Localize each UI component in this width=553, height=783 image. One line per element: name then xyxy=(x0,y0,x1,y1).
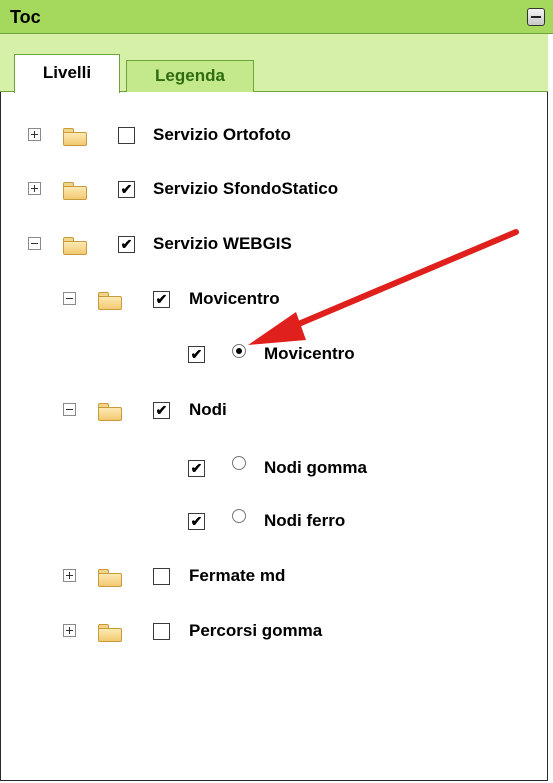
tree-item-movicentro-group: ✔ Movicentro xyxy=(0,287,548,315)
tree-item-label: Servizio WEBGIS xyxy=(153,234,292,253)
tree-item-servizio-sfondostatico: ✔ Servizio SfondoStatico xyxy=(0,177,548,205)
folder-icon xyxy=(98,292,122,310)
layer-checkbox[interactable]: ✔ xyxy=(188,346,205,363)
active-layer-radio[interactable] xyxy=(232,456,246,470)
folder-icon xyxy=(63,237,87,255)
toc-title: Toc xyxy=(10,7,41,27)
folder-icon xyxy=(98,624,122,642)
layer-checkbox[interactable]: ✔ xyxy=(118,236,135,253)
layer-checkbox[interactable]: ✔ xyxy=(188,460,205,477)
tree-item-label: Nodi gomma xyxy=(264,458,367,477)
tree-item-percorsi-gomma: Percorsi gomma xyxy=(0,619,548,647)
tab-strip: Livelli Legenda xyxy=(0,34,548,93)
tree-item-movicentro-layer: ✔ Movicentro xyxy=(0,342,548,370)
active-layer-radio[interactable] xyxy=(232,509,246,523)
layer-checkbox[interactable] xyxy=(118,127,135,144)
toc-titlebar: Toc xyxy=(0,0,553,34)
tree-item-fermate-md: Fermate md xyxy=(0,564,548,592)
layer-checkbox[interactable] xyxy=(153,623,170,640)
tree-item-nodi-gomma: ✔ Nodi gomma xyxy=(0,456,548,484)
active-layer-radio[interactable] xyxy=(232,344,246,358)
collapse-panel-button[interactable] xyxy=(527,8,545,26)
collapse-icon[interactable] xyxy=(63,292,76,305)
tree-item-label: Servizio SfondoStatico xyxy=(153,179,339,198)
tree-item-label: Nodi xyxy=(189,400,227,419)
tab-livelli[interactable]: Livelli xyxy=(14,54,120,93)
tab-legenda[interactable]: Legenda xyxy=(126,60,254,92)
layer-checkbox[interactable]: ✔ xyxy=(153,291,170,308)
tree-item-label: Nodi ferro xyxy=(264,511,346,530)
tree-item-label: Percorsi gomma xyxy=(189,621,323,640)
tree-item-label: Movicentro xyxy=(189,289,280,308)
tree-item-label: Servizio Ortofoto xyxy=(153,125,291,144)
expand-icon[interactable] xyxy=(28,182,41,195)
layer-checkbox[interactable]: ✔ xyxy=(188,513,205,530)
layer-checkbox[interactable]: ✔ xyxy=(118,181,135,198)
folder-icon xyxy=(98,569,122,587)
tree-item-label: Movicentro xyxy=(264,344,355,363)
expand-icon[interactable] xyxy=(63,569,76,582)
toc-panel xyxy=(0,0,548,781)
expand-icon[interactable] xyxy=(63,624,76,637)
collapse-icon[interactable] xyxy=(28,237,41,250)
tree-item-nodi-ferro: ✔ Nodi ferro xyxy=(0,509,548,537)
expand-icon[interactable] xyxy=(28,128,41,141)
folder-icon xyxy=(63,128,87,146)
collapse-icon[interactable] xyxy=(63,403,76,416)
tree-item-label: Fermate md xyxy=(189,566,286,585)
layer-checkbox[interactable]: ✔ xyxy=(153,402,170,419)
tree-item-servizio-ortofoto: Servizio Ortofoto xyxy=(0,123,548,151)
folder-icon xyxy=(63,182,87,200)
layer-checkbox[interactable] xyxy=(153,568,170,585)
tree-item-nodi-group: ✔ Nodi xyxy=(0,398,548,426)
tree-item-servizio-webgis: ✔ Servizio WEBGIS xyxy=(0,232,548,260)
folder-icon xyxy=(98,403,122,421)
